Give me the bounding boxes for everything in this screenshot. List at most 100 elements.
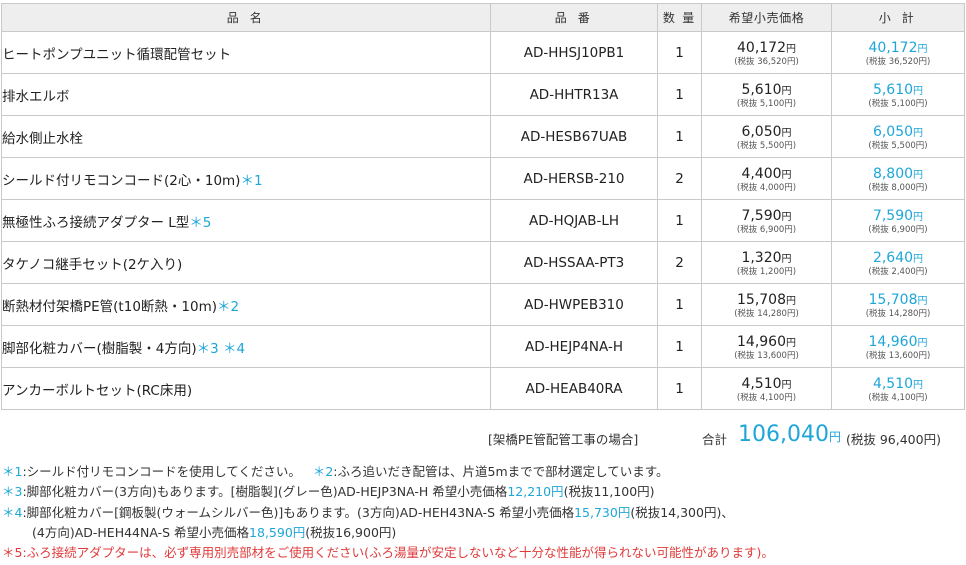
- part-price-cell: 7,590円 (税抜 6,900円): [701, 199, 832, 242]
- part-qty: 1: [657, 325, 702, 368]
- table-row: ヒートポンプユニット循環配管セット AD-HHSJ10PB1 1 40,172円 (税抜…: [1, 31, 965, 74]
- part-subtotal-tax: (税抜 5,500円): [868, 140, 928, 151]
- part-subtotal-tax: (税抜 8,000円): [868, 182, 928, 193]
- footnote-4-price: 15,730円: [574, 504, 631, 520]
- footnote-5: ＊5:ふろ接続アダプターは、必ず専用別売部材をご使用ください(ふろ湯量が安定しな…: [2, 545, 774, 561]
- part-code: AD-HEAB40RA: [490, 367, 658, 410]
- part-price: 5,610: [741, 82, 782, 99]
- part-name: タケノコ継手セット(2ケ入り): [2, 256, 183, 273]
- part-name: ヒートポンプユニット循環配管セット: [2, 46, 232, 63]
- part-subtotal-cell: 7,590円 (税抜 6,900円): [831, 199, 965, 242]
- part-price: 4,510: [741, 376, 782, 393]
- part-name: 給水側止水栓: [2, 130, 83, 147]
- total-summary: [架橋PE管配管工事の場合] 合計 106,040円 (税抜 96,400円): [0, 422, 966, 450]
- part-price-tax: (税抜 14,280円): [734, 308, 799, 319]
- part-qty: 2: [657, 157, 702, 200]
- part-name-cell: 給水側止水栓: [1, 115, 491, 158]
- part-price-yen: 円: [786, 296, 796, 308]
- part-subtotal-yen: 円: [917, 338, 928, 350]
- part-subtotal-cell: 15,708円 (税抜 14,280円): [831, 283, 965, 326]
- total-label: 合計: [702, 432, 728, 447]
- part-name: シールド付リモコンコード(2心・10m): [2, 172, 241, 189]
- part-code: AD-HERSB-210: [490, 157, 658, 200]
- part-name: 無極性ふろ接続アダプター L型: [2, 214, 190, 231]
- footnote-3-text: :脚部化粧カバー(3方向)もあります。[樹脂製](グレー色)AD-HEJP3NA…: [22, 484, 508, 500]
- part-code: AD-HESB67UAB: [490, 115, 658, 158]
- part-price-tax: (税抜 1,200円): [736, 266, 797, 277]
- part-subtotal-yen: 円: [917, 44, 928, 56]
- part-subtotal: 14,960: [868, 334, 918, 351]
- part-price: 14,960: [737, 334, 786, 351]
- table-row: アンカーボルトセット(RC床用) AD-HEAB40RA 1 4,510円 (税抜 4,…: [1, 367, 965, 410]
- part-price: 6,050: [741, 124, 782, 141]
- part-price-tax: (税抜 4,100円): [736, 392, 797, 403]
- part-price-yen: 円: [781, 128, 792, 140]
- total-amount-value: 106,040: [738, 422, 829, 447]
- table-row: シールド付リモコンコード(2心・10m)＊1 AD-HERSB-210 2 4,400…: [1, 157, 965, 200]
- part-price-tax: (税抜 4,000円): [736, 182, 797, 193]
- part-price: 4,400: [741, 166, 782, 183]
- part-price-tax: (税抜 5,500円): [736, 140, 797, 151]
- part-price-cell: 1,320円 (税抜 1,200円): [701, 241, 832, 284]
- footnote-2-text: :ふろ追いだき配管は、片道5mまでで部材選定しています。: [333, 464, 669, 479]
- footnote-4-continued: (4方向)AD-HEH44NA-S 希望小売価格18,590円(税抜16,900…: [2, 523, 964, 543]
- table-row: 排水エルボ AD-HHTR13A 1 5,610円 (税抜 5,100円) 5,610円(…: [1, 73, 965, 116]
- part-name-cell: 無極性ふろ接続アダプター L型＊5: [1, 199, 491, 242]
- part-price-cell: 40,172円 (税抜 36,520円): [701, 31, 832, 74]
- part-price-cell: 15,708円 (税抜 14,280円): [701, 283, 832, 326]
- part-name-cell: アンカーボルトセット(RC床用): [1, 367, 491, 410]
- part-price-tax: (税抜 36,520円): [734, 56, 799, 67]
- part-subtotal: 4,510: [872, 376, 914, 393]
- footnote-2-mark: ＊2: [312, 464, 334, 479]
- part-subtotal-tax: (税抜 14,280円): [865, 308, 931, 319]
- part-price-tax: (税抜 13,600円): [734, 350, 799, 361]
- part-qty: 1: [657, 367, 702, 410]
- table-row: 給水側止水栓 AD-HESB67UAB 1 6,050円 (税抜 5,500円) 6,05…: [1, 115, 965, 158]
- part-qty: 1: [657, 199, 702, 242]
- part-price-cell: 5,610円 (税抜 5,100円): [701, 73, 832, 116]
- footnote-1-text: :シールド付リモコンコードを使用してください。: [22, 464, 301, 479]
- part-note-mark: ＊2: [217, 298, 240, 315]
- part-price-yen: 円: [786, 338, 796, 350]
- part-subtotal-tax: (税抜 5,100円): [868, 98, 928, 109]
- part-name-cell: シールド付リモコンコード(2心・10m)＊1: [1, 157, 491, 200]
- part-price: 40,172: [737, 40, 786, 57]
- part-name-cell: タケノコ継手セット(2ケ入り): [1, 241, 491, 284]
- part-price-cell: 14,960円 (税抜 13,600円): [701, 325, 832, 368]
- total-amount: 106,040円: [738, 422, 841, 447]
- part-subtotal: 2,640: [872, 250, 914, 267]
- footnote-4-text: :脚部化粧カバー[鋼板製(ウォームシルバー色)]もあります。(3方向)AD-HE…: [22, 504, 575, 520]
- table-row: 脚部化粧カバー(樹脂製・4方向)＊3 ＊4 AD-HEJP4NA-H 1 14,960…: [1, 325, 965, 368]
- part-subtotal: 5,610: [872, 82, 914, 99]
- part-subtotal: 8,800: [872, 166, 914, 183]
- summary-context: [架橋PE管配管工事の場合]: [488, 432, 639, 447]
- part-subtotal-tax: (税抜 6,900円): [868, 224, 928, 235]
- parts-table: 品 名 品 番 数 量 希望小売価格 小 計 ヒートポンプユニット循環配管セット…: [1, 3, 965, 410]
- part-code: AD-HQJAB-LH: [490, 199, 658, 242]
- footnote-4: ＊4:脚部化粧カバー[鋼板製(ウォームシルバー色)]もあります。(3方向)AD-…: [2, 503, 964, 523]
- part-qty: 1: [657, 115, 702, 158]
- part-subtotal-cell: 40,172円 (税抜 36,520円): [831, 31, 965, 74]
- part-code: AD-HSSAA-PT3: [490, 241, 658, 284]
- part-price-yen: 円: [786, 44, 796, 56]
- part-code: AD-HWPEB310: [490, 283, 658, 326]
- header-name: 品 名: [1, 3, 491, 32]
- part-subtotal: 7,590: [872, 208, 914, 225]
- part-subtotal-cell: 6,050円 (税抜 5,500円): [831, 115, 965, 158]
- part-note-mark: ＊1: [240, 172, 263, 189]
- part-subtotal-yen: 円: [913, 254, 924, 266]
- total-tax: (税抜 96,400円): [846, 432, 941, 447]
- footnotes: ＊1:シールド付リモコンコードを使用してください。 ＊2:ふろ追いだき配管は、片…: [2, 462, 964, 563]
- part-subtotal-yen: 円: [917, 296, 928, 308]
- part-subtotal-tax: (税抜 36,520円): [865, 56, 931, 67]
- part-price: 1,320: [741, 250, 782, 267]
- part-subtotal: 6,050: [872, 124, 914, 141]
- part-code: AD-HEJP4NA-H: [490, 325, 658, 368]
- part-price-cell: 4,510円 (税抜 4,100円): [701, 367, 832, 410]
- footnote-4-tail: (税抜14,300円)、: [630, 504, 734, 520]
- table-row: タケノコ継手セット(2ケ入り) AD-HSSAA-PT3 2 1,320円 (税抜 1,…: [1, 241, 965, 284]
- part-subtotal-yen: 円: [913, 86, 924, 98]
- part-price: 15,708: [737, 292, 786, 309]
- part-subtotal-yen: 円: [913, 212, 924, 224]
- part-qty: 1: [657, 283, 702, 326]
